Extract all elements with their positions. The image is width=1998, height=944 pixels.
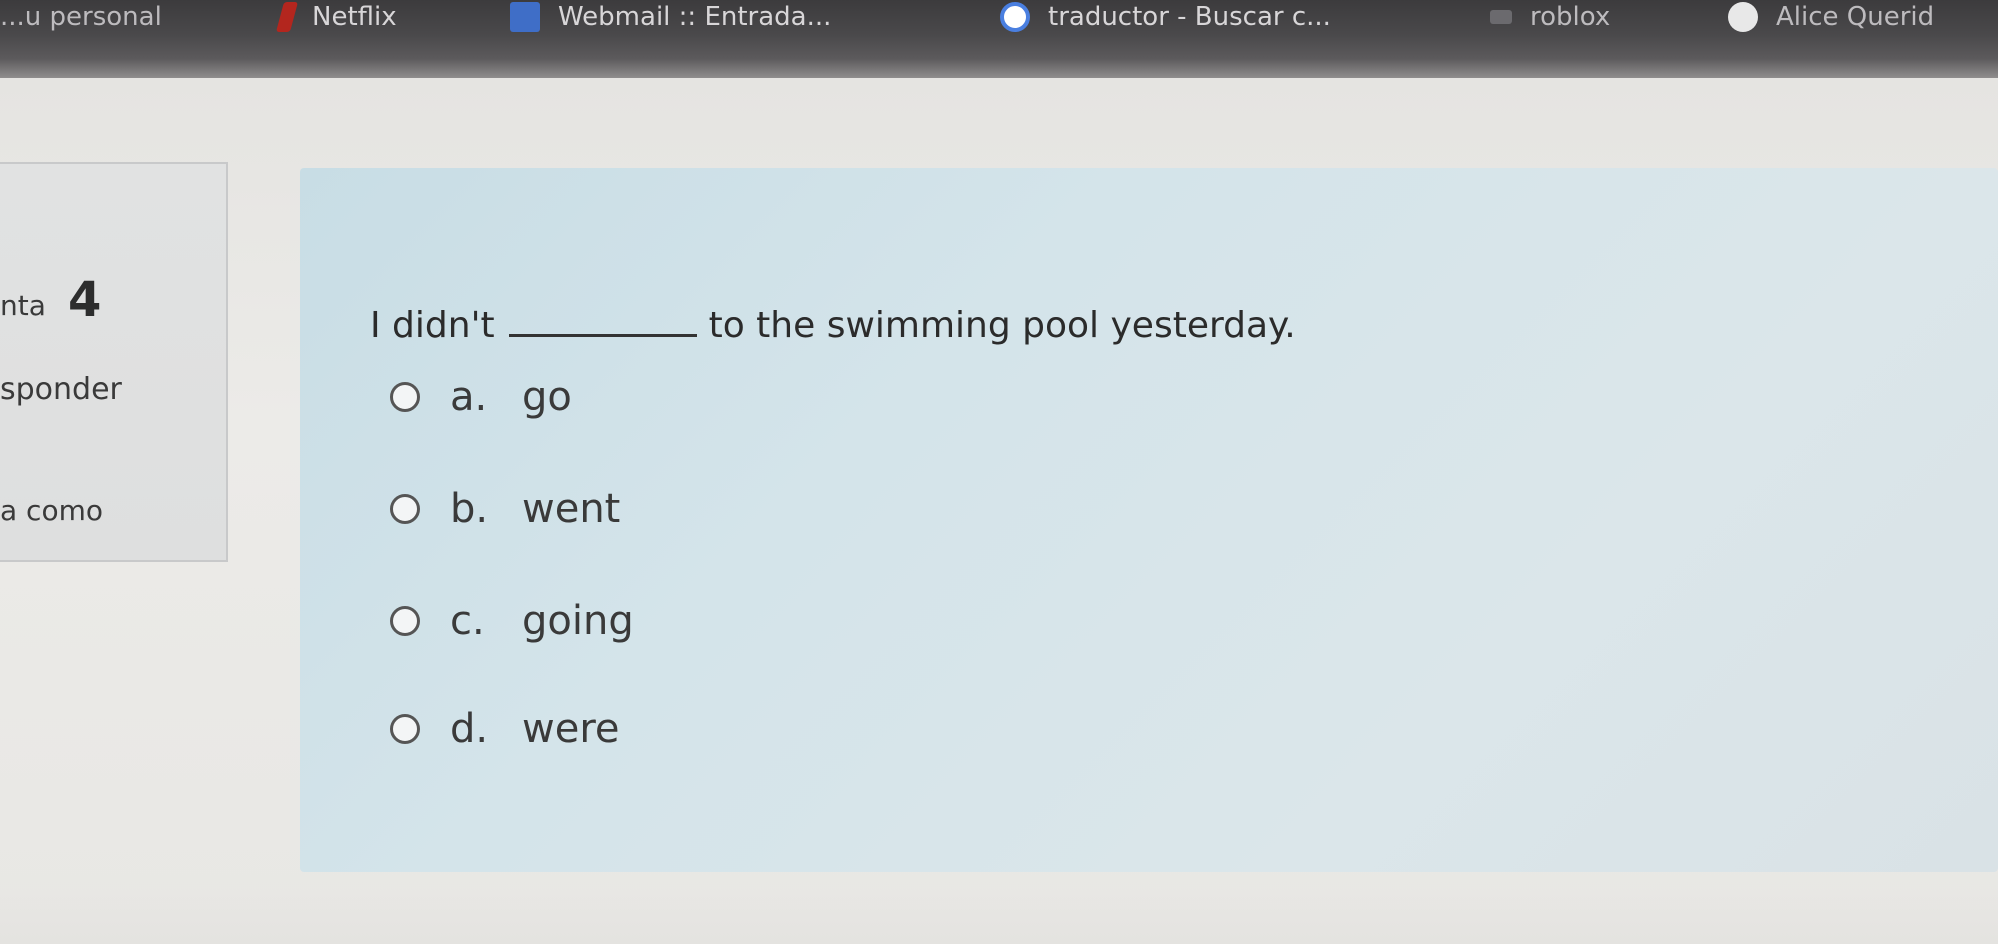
option-letter: c. (450, 598, 485, 644)
question-prefix-label: nta (0, 289, 46, 322)
question-info-panel: nta 4 sponder a como (0, 162, 228, 562)
option-b[interactable]: b. went (390, 486, 620, 532)
question-text: I didn't to the swimming pool yesterday. (370, 304, 1296, 346)
option-a[interactable]: a. go (390, 374, 572, 420)
option-letter: d. (450, 706, 489, 752)
bookmark-item-alice[interactable]: Alice Querid (1728, 0, 1934, 34)
bookmark-label: traductor - Buscar c... (1048, 2, 1331, 32)
answer-blank (508, 304, 697, 337)
bookmark-label: Webmail :: Entrada... (558, 2, 832, 32)
bookmark-label: ...u personal (0, 2, 162, 32)
quiz-page: nta 4 sponder a como I didn't to the swim… (0, 78, 1998, 944)
bookmark-item-netflix[interactable]: Netflix (275, 0, 397, 34)
option-text: went (522, 486, 621, 532)
option-letter: a. (450, 374, 488, 420)
bookmark-label: Alice Querid (1776, 2, 1935, 32)
question-number: 4 (68, 272, 102, 328)
bookmark-item-webmail[interactable]: Webmail :: Entrada... (510, 0, 831, 34)
question-text-after: to the swimming pool yesterday. (708, 305, 1296, 346)
bookmark-label: Netflix (312, 2, 397, 32)
webmail-icon (510, 2, 540, 32)
status-label: sponder (0, 372, 122, 407)
netflix-icon (275, 2, 299, 32)
roblox-icon (1490, 10, 1512, 24)
mark-label: a como (0, 494, 103, 527)
radio-button-b[interactable] (390, 494, 420, 524)
option-c[interactable]: c. going (390, 598, 634, 644)
globe-icon (1728, 2, 1758, 32)
question-text-before: I didn't (370, 305, 495, 346)
radio-button-d[interactable] (390, 714, 420, 744)
bookmark-item-personal[interactable]: ...u personal (0, 0, 250, 34)
option-letter: b. (450, 486, 489, 532)
bookmark-item-traductor[interactable]: traductor - Buscar c... (1000, 0, 1331, 34)
bookmarks-bar: ...u personal Netflix Webmail :: Entrada… (0, 0, 1998, 78)
option-d[interactable]: d. were (390, 706, 620, 752)
google-icon (1000, 2, 1030, 32)
radio-button-a[interactable] (390, 382, 420, 412)
option-text: go (522, 374, 572, 420)
radio-button-c[interactable] (390, 606, 420, 636)
bookmark-item-roblox[interactable]: roblox (1490, 0, 1610, 34)
option-text: going (522, 598, 634, 644)
page-bottom-area (0, 888, 1998, 944)
bookmark-label: roblox (1530, 2, 1611, 32)
option-text: were (522, 706, 620, 752)
